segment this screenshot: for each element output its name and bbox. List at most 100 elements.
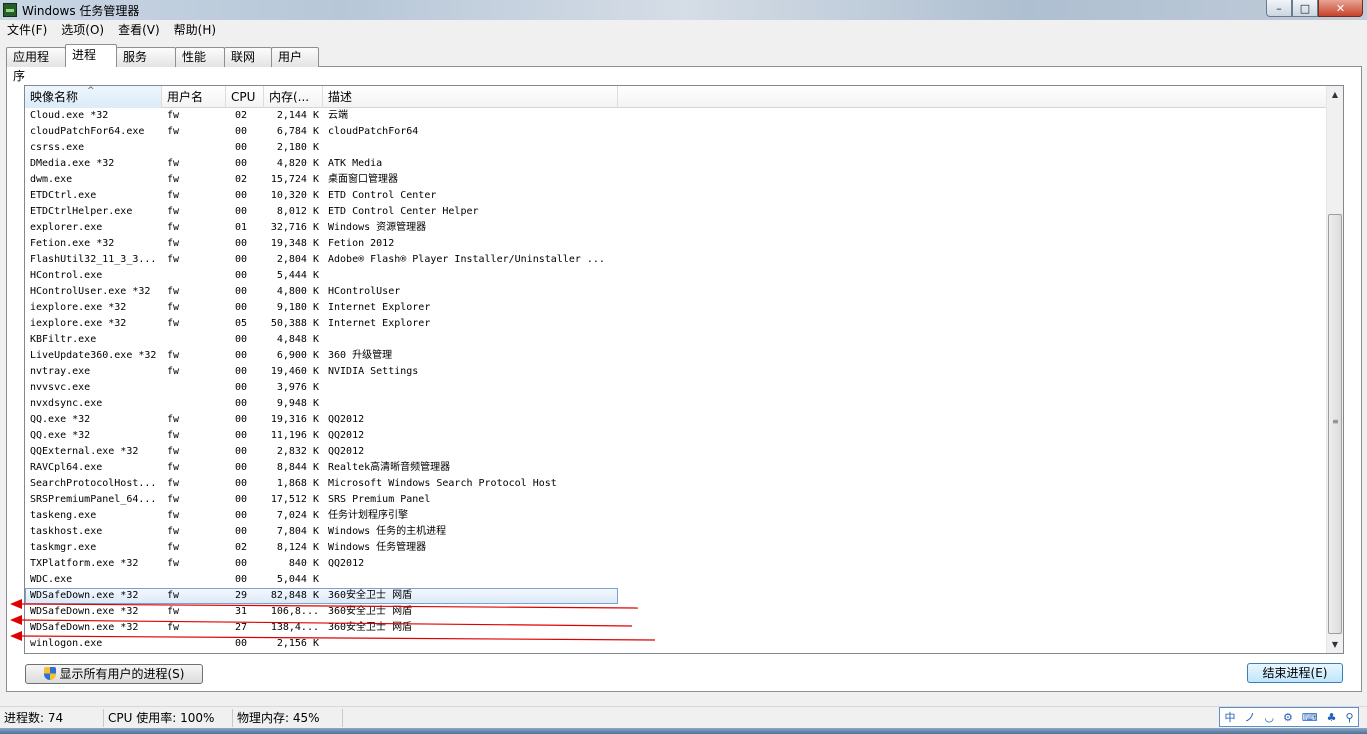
- process-memory: 2,804 K: [276, 254, 319, 265]
- column-description[interactable]: 描述: [323, 86, 618, 108]
- tab-networking[interactable]: 联网: [224, 47, 272, 67]
- show-all-users-button[interactable]: 显示所有用户的进程(S): [25, 664, 203, 684]
- table-row[interactable]: FlashUtil32_11_3_3... fw 00 2,804 K Adobe® F…: [25, 252, 1328, 268]
- table-row[interactable]: Cloud.exe *32 fw 02 2,144 K 云端: [25, 108, 1328, 124]
- tab-processes[interactable]: 进程: [65, 44, 117, 67]
- process-user: [162, 396, 226, 412]
- column-user-name[interactable]: 用户名: [162, 86, 226, 108]
- table-row[interactable]: DMedia.exe *32 fw 00 4,820 K ATK Media: [25, 156, 1328, 172]
- table-row[interactable]: WDSafeDown.exe *32 fw 29 82,848 K 360安全卫士 网盾: [25, 588, 618, 604]
- process-user: [162, 636, 226, 652]
- process-memory: 19,316 K: [270, 414, 319, 425]
- process-cpu: 00: [234, 190, 247, 201]
- process-cpu: 00: [234, 350, 247, 361]
- maximize-button[interactable]: □: [1292, 0, 1318, 17]
- table-row[interactable]: WDSafeDown.exe *32 fw 31 106,8... 360安全卫士 网盾: [25, 604, 1328, 620]
- table-row[interactable]: Fetion.exe *32 fw 00 19,348 K Fetion 2012: [25, 236, 1328, 252]
- scroll-up-icon[interactable]: ▲: [1327, 86, 1343, 103]
- table-row[interactable]: QQ.exe *32 fw 00 11,196 K QQ2012: [25, 428, 1328, 444]
- close-button[interactable]: ✕: [1318, 0, 1363, 17]
- table-row[interactable]: SRSPremiumPanel_64... fw 00 17,512 K SRS Pre…: [25, 492, 1328, 508]
- table-row[interactable]: SearchProtocolHost... fw 00 1,868 K Microsof…: [25, 476, 1328, 492]
- table-row[interactable]: LiveUpdate360.exe *32 fw 00 6,900 K 360 升级管理: [25, 348, 1328, 364]
- table-row[interactable]: RAVCpl64.exe fw 00 8,844 K Realtek高清晰音频管理器: [25, 460, 1328, 476]
- table-row[interactable]: cloudPatchFor64.exe fw 00 6,784 K cloudPatch…: [25, 124, 1328, 140]
- table-row[interactable]: nvvsvc.exe 00 3,976 K: [25, 380, 1328, 396]
- title-bar[interactable]: Windows 任务管理器 – □ ✕: [0, 0, 1367, 20]
- process-user: fw: [167, 206, 180, 217]
- menu-file[interactable]: 文件(F): [0, 20, 54, 40]
- table-row[interactable]: ETDCtrl.exe fw 00 10,320 K ETD Control Cente…: [25, 188, 1328, 204]
- process-cpu: 01: [234, 222, 247, 233]
- process-memory: 2,156 K: [276, 638, 319, 649]
- process-description: [323, 268, 618, 284]
- ime-toolbar[interactable]: 中 ノ ◡ ⚙ ⌨ ♣ ⚲: [1219, 707, 1359, 727]
- process-user: fw: [167, 542, 180, 553]
- process-description: QQ2012: [328, 558, 365, 569]
- process-description: 360安全卫士 网盾: [328, 622, 413, 633]
- process-description: NVIDIA Settings: [328, 366, 419, 377]
- process-name: TXPlatform.exe *32: [30, 558, 139, 569]
- process-name: Fetion.exe *32: [30, 238, 115, 249]
- process-memory: 5,444 K: [276, 270, 319, 281]
- show-all-users-label: 显示所有用户的进程(S): [59, 667, 185, 681]
- process-memory: 5,044 K: [276, 574, 319, 585]
- ime-skin-icon[interactable]: ♣: [1327, 711, 1337, 724]
- table-row[interactable]: taskmgr.exe fw 02 8,124 K Windows 任务管理器: [25, 540, 1328, 556]
- ime-punct-icon[interactable]: ノ: [1244, 709, 1255, 725]
- tab-users[interactable]: 用户: [271, 47, 319, 67]
- vertical-scrollbar[interactable]: ▲ ≡ ▼: [1326, 86, 1343, 653]
- table-row[interactable]: HControlUser.exe *32 fw 00 4,800 K HControlU…: [25, 284, 1328, 300]
- tab-applications[interactable]: 应用程序: [6, 47, 66, 83]
- table-row[interactable]: TXPlatform.exe *32 fw 00 840 K QQ2012: [25, 556, 1328, 572]
- process-user: fw: [167, 254, 180, 265]
- process-memory: 8,124 K: [276, 542, 319, 553]
- process-rows: Cloud.exe *32 fw 02 2,144 K 云端 cloudPatchFor6…: [25, 108, 1328, 652]
- menu-options[interactable]: 选项(O): [54, 20, 111, 40]
- process-list[interactable]: 映像名称 ^ 用户名 CPU 内存(... 描述 Cloud.exe *32 fw…: [24, 85, 1344, 654]
- table-row[interactable]: ETDCtrlHelper.exe fw 00 8,012 K ETD Control …: [25, 204, 1328, 220]
- ime-chinese-icon[interactable]: 中: [1224, 709, 1235, 725]
- table-row[interactable]: QQ.exe *32 fw 00 19,316 K QQ2012: [25, 412, 1328, 428]
- table-row[interactable]: nvxdsync.exe 00 9,948 K: [25, 396, 1328, 412]
- process-name: WDSafeDown.exe *32: [30, 590, 139, 601]
- process-name: SRSPremiumPanel_64...: [30, 494, 157, 505]
- table-row[interactable]: QQExternal.exe *32 fw 00 2,832 K QQ2012: [25, 444, 1328, 460]
- ime-keyboard-icon[interactable]: ⌨: [1302, 711, 1318, 724]
- table-row[interactable]: explorer.exe fw 01 32,716 K Windows 资源管理器: [25, 220, 1328, 236]
- ime-moon-icon[interactable]: ◡: [1264, 711, 1274, 724]
- tab-performance[interactable]: 性能: [175, 47, 225, 67]
- table-row[interactable]: KBFiltr.exe 00 4,848 K: [25, 332, 1328, 348]
- table-row[interactable]: csrss.exe 00 2,180 K: [25, 140, 1328, 156]
- physical-memory: 物理内存: 45%: [233, 708, 343, 727]
- process-memory: 3,976 K: [276, 382, 319, 393]
- table-row[interactable]: WDC.exe 00 5,044 K: [25, 572, 1328, 588]
- process-memory: 11,196 K: [270, 430, 319, 441]
- table-row[interactable]: iexplore.exe *32 fw 00 9,180 K Internet Expl…: [25, 300, 1328, 316]
- table-row[interactable]: HControl.exe 00 5,444 K: [25, 268, 1328, 284]
- ime-tools-icon[interactable]: ⚲: [1345, 711, 1353, 724]
- scroll-down-icon[interactable]: ▼: [1327, 636, 1343, 653]
- process-memory: 1,868 K: [276, 478, 319, 489]
- menu-view[interactable]: 查看(V): [111, 20, 167, 40]
- ime-settings-icon[interactable]: ⚙: [1283, 711, 1293, 724]
- sort-ascending-icon: ^: [87, 86, 95, 96]
- scroll-thumb[interactable]: ≡: [1328, 214, 1342, 634]
- process-name: taskmgr.exe: [30, 542, 97, 553]
- column-memory[interactable]: 内存(...: [264, 86, 323, 108]
- table-row[interactable]: nvtray.exe fw 00 19,460 K NVIDIA Settings: [25, 364, 1328, 380]
- tab-services[interactable]: 服务: [116, 47, 176, 67]
- table-row[interactable]: winlogon.exe 00 2,156 K: [25, 636, 1328, 652]
- process-cpu: 00: [234, 158, 247, 169]
- table-row[interactable]: taskhost.exe fw 00 7,804 K Windows 任务的主机进程: [25, 524, 1328, 540]
- table-row[interactable]: iexplore.exe *32 fw 05 50,388 K Internet Exp…: [25, 316, 1328, 332]
- table-row[interactable]: WDSafeDown.exe *32 fw 27 138,4... 360安全卫士 网盾: [25, 620, 1328, 636]
- end-process-button[interactable]: 结束进程(E): [1247, 663, 1343, 683]
- column-image-name[interactable]: 映像名称 ^: [25, 86, 162, 108]
- column-cpu[interactable]: CPU: [226, 86, 264, 108]
- menu-help[interactable]: 帮助(H): [167, 20, 223, 40]
- table-row[interactable]: taskeng.exe fw 00 7,024 K 任务计划程序引擎: [25, 508, 1328, 524]
- minimize-button[interactable]: –: [1266, 0, 1292, 17]
- status-bar: 进程数: 74 CPU 使用率: 100% 物理内存: 45%: [0, 706, 1367, 728]
- table-row[interactable]: dwm.exe fw 02 15,724 K 桌面窗口管理器: [25, 172, 1328, 188]
